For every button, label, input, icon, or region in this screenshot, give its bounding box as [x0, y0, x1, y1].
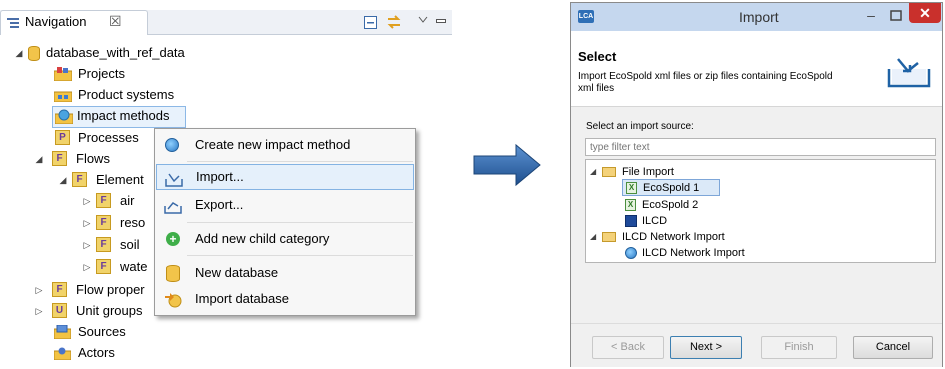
- import-wizard-icon: [886, 55, 932, 89]
- link-with-editor-icon[interactable]: [386, 14, 402, 30]
- menu-item-new-database[interactable]: New database: [155, 260, 415, 286]
- navigation-view-icon: [7, 17, 19, 28]
- minimize-icon[interactable]: [436, 13, 446, 23]
- menu-item-add-new-child-category[interactable]: + Add new child category: [155, 226, 415, 252]
- dialog-footer: < Back Next > Finish Cancel: [571, 323, 942, 367]
- menu-item-export[interactable]: Export...: [155, 192, 415, 218]
- expand-arrow-icon[interactable]: ◢: [590, 164, 596, 180]
- close-icon[interactable]: ☒: [109, 13, 122, 30]
- air-category-icon: F: [96, 193, 111, 208]
- expand-arrow-icon[interactable]: ◢: [590, 229, 596, 245]
- tree-item-ecospold-1[interactable]: X EcoSpold 1: [622, 179, 720, 196]
- resources-category-icon: F: [96, 215, 111, 230]
- next-button[interactable]: Next >: [670, 336, 742, 359]
- menu-separator: [187, 255, 413, 256]
- dialog-description: Import EcoSpold xml files or zip files c…: [578, 71, 833, 94]
- import-icon: [165, 170, 183, 187]
- elementary-flows-icon: F: [72, 172, 87, 187]
- xml-file-icon: X: [626, 182, 637, 194]
- import-source-label: Select an import source:: [586, 121, 694, 132]
- soil-category-icon: F: [96, 237, 111, 252]
- view-menu-icon[interactable]: [418, 12, 428, 23]
- folder-icon: [602, 167, 616, 177]
- dialog-body: Select an import source: ◢ File Import X…: [571, 107, 942, 323]
- collapse-arrow-icon[interactable]: ▷: [82, 191, 92, 211]
- expand-arrow-icon[interactable]: ◢: [34, 149, 44, 169]
- ilcd-icon: [625, 215, 637, 227]
- import-database-icon: [164, 291, 182, 308]
- app-logo-icon: LCA: [578, 10, 594, 23]
- import-source-tree: ◢ File Import X EcoSpold 1 X EcoSpold 2 …: [585, 159, 936, 263]
- right-arrow-icon: [472, 142, 542, 188]
- dialog-heading: Select: [578, 49, 617, 64]
- product-systems-icon: [53, 88, 73, 103]
- water-category-icon: F: [96, 259, 111, 274]
- impact-methods-icon: [54, 109, 74, 125]
- maximize-icon[interactable]: [885, 7, 907, 25]
- unit-groups-icon: U: [52, 303, 67, 318]
- menu-separator: [187, 222, 413, 223]
- collapse-arrow-icon[interactable]: ▷: [82, 213, 92, 233]
- import-dialog: LCA Import – ✕ Select Import EcoSpold xm…: [570, 2, 943, 367]
- processes-icon: P: [55, 130, 70, 145]
- collapse-all-icon[interactable]: [364, 16, 377, 29]
- tree-item-impact-methods[interactable]: Impact methods: [52, 106, 186, 128]
- dialog-header: Select Import EcoSpold xml files or zip …: [571, 31, 942, 107]
- finish-button[interactable]: Finish: [761, 336, 837, 359]
- database-icon: [28, 46, 40, 61]
- close-icon[interactable]: ✕: [909, 3, 941, 23]
- collapse-arrow-icon[interactable]: ▷: [82, 257, 92, 277]
- minimize-icon[interactable]: –: [860, 7, 882, 25]
- menu-item-create-new-impact-method[interactable]: Create new impact method: [155, 132, 415, 158]
- menu-separator: [187, 161, 413, 162]
- globe-icon: [625, 247, 637, 259]
- folder-icon: [602, 232, 616, 242]
- context-menu: Create new impact method Import... Expor…: [154, 128, 416, 316]
- export-icon: [164, 197, 182, 214]
- collapse-arrow-icon[interactable]: ▷: [82, 235, 92, 255]
- back-button[interactable]: < Back: [592, 336, 664, 359]
- menu-item-import[interactable]: Import...: [156, 164, 414, 190]
- cancel-button[interactable]: Cancel: [853, 336, 933, 359]
- menu-item-import-database[interactable]: Import database: [155, 286, 415, 312]
- dialog-title: Import: [739, 9, 779, 25]
- actors-icon: [53, 346, 72, 361]
- expand-arrow-icon[interactable]: ◢: [14, 43, 24, 63]
- collapse-arrow-icon[interactable]: ▷: [34, 301, 44, 321]
- dialog-title-bar: LCA Import – ✕: [571, 3, 942, 31]
- database-icon: [166, 265, 180, 282]
- filter-input[interactable]: [585, 138, 936, 156]
- sources-icon: [53, 324, 72, 340]
- flows-icon: F: [52, 151, 67, 166]
- projects-icon: [53, 67, 73, 82]
- add-icon: +: [166, 232, 180, 246]
- flow-properties-icon: F: [52, 282, 67, 297]
- globe-icon: [165, 138, 179, 152]
- navigation-tab-title: Navigation: [25, 14, 87, 29]
- xml-file-icon: X: [625, 199, 636, 211]
- expand-arrow-icon[interactable]: ◢: [58, 170, 68, 190]
- collapse-arrow-icon[interactable]: ▷: [34, 280, 44, 300]
- navigation-tab[interactable]: Navigation ☒: [0, 10, 148, 35]
